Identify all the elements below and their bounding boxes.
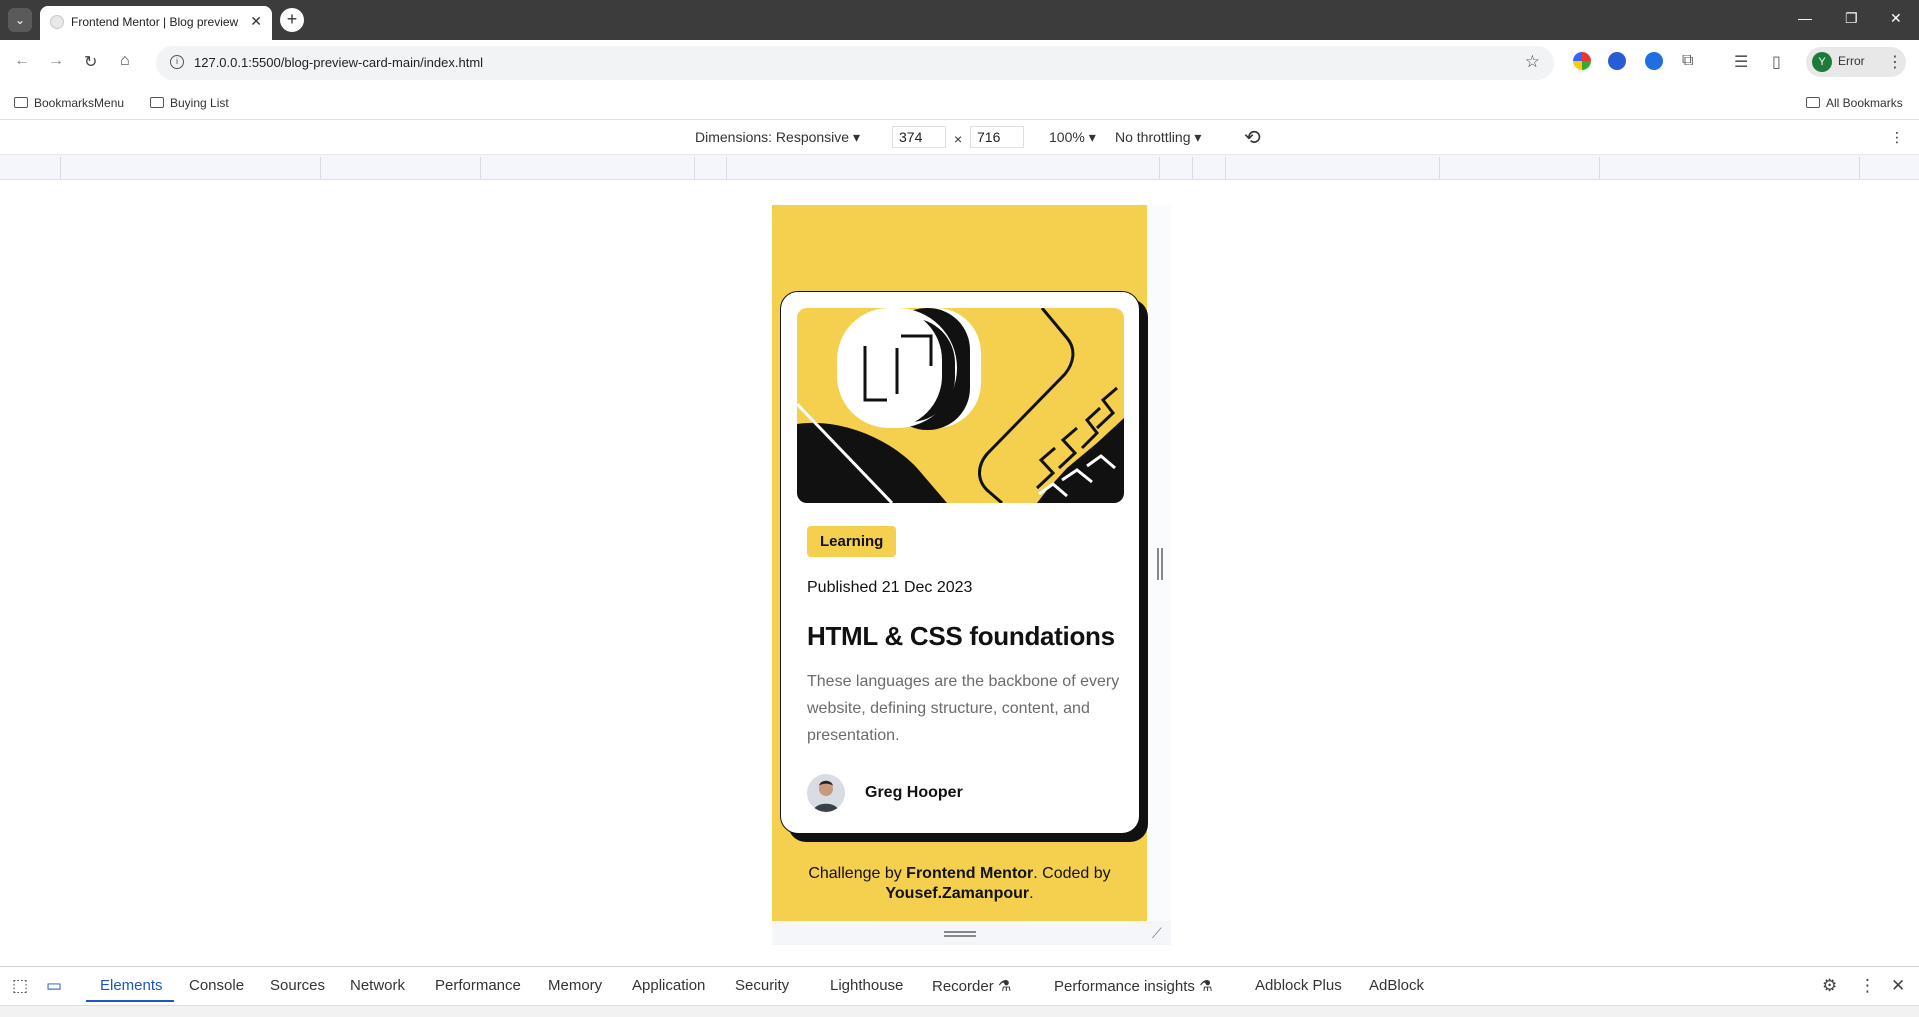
tab-sources[interactable]: Sources — [270, 977, 325, 994]
device-toggle-icon[interactable]: ▭ — [46, 976, 62, 996]
card-description: These languages are the backbone of ever… — [807, 673, 1120, 744]
frontend-mentor-link[interactable]: Frontend Mentor — [906, 865, 1033, 882]
category-badge: Learning — [807, 526, 897, 557]
device-toolbar: Dimensions: Responsive ▾ 374 × 716 100% … — [0, 120, 1919, 154]
tab-network[interactable]: Network — [350, 977, 405, 994]
bookmark-label: All Bookmarks — [1826, 96, 1903, 110]
settings-gear-icon[interactable]: ⚙ — [1822, 976, 1837, 996]
dimensions-dropdown[interactable]: Dimensions: Responsive ▾ — [695, 129, 860, 146]
reload-icon[interactable]: ↻ — [84, 52, 97, 72]
address-bar[interactable]: i 127.0.0.1:5500/blog-preview-card-main/… — [156, 46, 1554, 80]
bookmark-star-icon[interactable]: ☆ — [1525, 52, 1540, 72]
dimension-separator: × — [954, 131, 963, 147]
tab-lighthouse[interactable]: Lighthouse — [830, 977, 903, 994]
attribution-prefix: Challenge by — [808, 865, 907, 882]
rotate-icon[interactable]: ⟲ — [1244, 125, 1261, 150]
attribution-suffix: . — [1029, 885, 1034, 902]
active-browser-tab[interactable]: Frontend Mentor | Blog preview ✕ — [40, 6, 272, 40]
minimize-icon[interactable]: ― — [1798, 10, 1812, 26]
resize-height-handle[interactable] — [944, 931, 976, 937]
bookmarks-bar: BookmarksMenu Buying List All Bookmarks — [0, 86, 1919, 120]
forward-icon[interactable]: → — [48, 52, 64, 70]
viewport-height-input[interactable]: 716 — [970, 126, 1024, 148]
tab-search-button[interactable]: ⌄ — [8, 8, 32, 32]
browser-toolbar: ← → ↻ ⌂ i 127.0.0.1:5500/blog-preview-ca… — [0, 40, 1919, 86]
page-viewport: Learning Published 21 Dec 2023 HTML & CS… — [772, 205, 1147, 921]
bookmark-label: Buying List — [170, 96, 229, 110]
home-icon[interactable]: ⌂ — [120, 52, 130, 70]
extension-color-icon[interactable] — [1573, 52, 1591, 70]
throttling-dropdown[interactable]: No throttling ▾ — [1115, 129, 1201, 146]
tab-adblock[interactable]: AdBlock — [1369, 977, 1424, 994]
folder-icon — [1806, 97, 1820, 108]
back-icon[interactable]: ← — [14, 52, 30, 70]
bookmark-label: BookmarksMenu — [34, 96, 125, 110]
tab-application[interactable]: Application — [632, 977, 705, 994]
profile-avatar: Y — [1812, 52, 1832, 72]
card-illustration — [797, 308, 1124, 503]
tab-performance[interactable]: Performance — [435, 977, 521, 994]
devtools-panel: ⬚ ▭ Elements Console Sources Network Per… — [0, 966, 1919, 1017]
devtools-menu-icon[interactable]: ⋮ — [1859, 976, 1876, 996]
reading-list-icon[interactable]: ☰ — [1734, 52, 1748, 72]
resize-corner-handle[interactable]: ⟋ — [1152, 925, 1162, 942]
device-toolbar-menu-icon[interactable]: ⋮ — [1890, 129, 1904, 146]
inspect-element-icon[interactable]: ⬚ — [12, 976, 28, 996]
bookmark-folder-bookmarksmenu[interactable]: BookmarksMenu — [14, 96, 124, 110]
url-text[interactable]: 127.0.0.1:5500/blog-preview-card-main/in… — [194, 55, 483, 70]
tab-console[interactable]: Console — [189, 977, 244, 994]
extension-g-icon[interactable] — [1645, 52, 1663, 70]
window-close-icon[interactable]: ✕ — [1890, 10, 1902, 27]
author-profile-link[interactable]: Yousef.Zamanpour — [885, 885, 1029, 902]
attribution: Challenge by Frontend Mentor. Coded by Y… — [772, 864, 1147, 904]
zoom-dropdown[interactable]: 100% ▾ — [1049, 129, 1096, 146]
tab-recorder[interactable]: Recorder ⚗ — [932, 977, 1011, 995]
side-panel-icon[interactable]: ▯ — [1772, 52, 1781, 72]
emulated-viewport-area: ⟋ Learning Published 21 Dec 2023 HTML & … — [0, 180, 1919, 966]
published-date: Published 21 Dec 2023 — [807, 579, 973, 596]
site-info-icon[interactable]: i — [170, 55, 184, 69]
bookmark-folder-buying-list[interactable]: Buying List — [150, 96, 229, 110]
folder-icon — [150, 97, 164, 108]
active-tab-indicator — [86, 1000, 174, 1002]
folder-icon — [14, 97, 28, 108]
restore-icon[interactable]: ❐ — [1845, 10, 1858, 27]
tab-adblock-plus[interactable]: Adblock Plus — [1255, 977, 1342, 994]
browser-menu-icon[interactable]: ⋮ — [1887, 52, 1903, 72]
new-tab-button[interactable]: + — [280, 8, 304, 32]
tab-close-icon[interactable]: ✕ — [250, 13, 262, 30]
profile-status: Error — [1838, 54, 1865, 68]
tab-performance-insights[interactable]: Performance insights ⚗ — [1054, 977, 1213, 995]
blog-preview-card: Learning Published 21 Dec 2023 HTML & CS… — [780, 291, 1140, 834]
devtools-subpanel — [0, 1005, 1919, 1017]
attribution-middle: . Coded by — [1033, 865, 1111, 882]
viewport-width-input[interactable]: 374 — [892, 126, 946, 148]
browser-tab-strip: ⌄ Frontend Mentor | Blog preview ✕ + ― ❐… — [0, 0, 1919, 40]
site-favicon-icon — [50, 15, 64, 29]
tab-memory[interactable]: Memory — [548, 977, 602, 994]
tab-elements[interactable]: Elements — [100, 977, 163, 994]
extensions-puzzle-icon[interactable]: ⧉ — [1682, 52, 1693, 70]
author-avatar — [807, 774, 845, 812]
extension-blue-icon[interactable] — [1608, 52, 1626, 70]
tab-security[interactable]: Security — [735, 977, 789, 994]
media-query-ruler[interactable] — [0, 154, 1919, 180]
devtools-close-icon[interactable]: ✕ — [1891, 976, 1905, 996]
all-bookmarks-folder[interactable]: All Bookmarks — [1806, 96, 1903, 110]
author-name: Greg Hooper — [865, 784, 963, 801]
resize-width-handle[interactable] — [1157, 548, 1163, 580]
tab-title: Frontend Mentor | Blog preview — [71, 15, 239, 29]
card-title[interactable]: HTML & CSS foundations — [807, 621, 1115, 652]
